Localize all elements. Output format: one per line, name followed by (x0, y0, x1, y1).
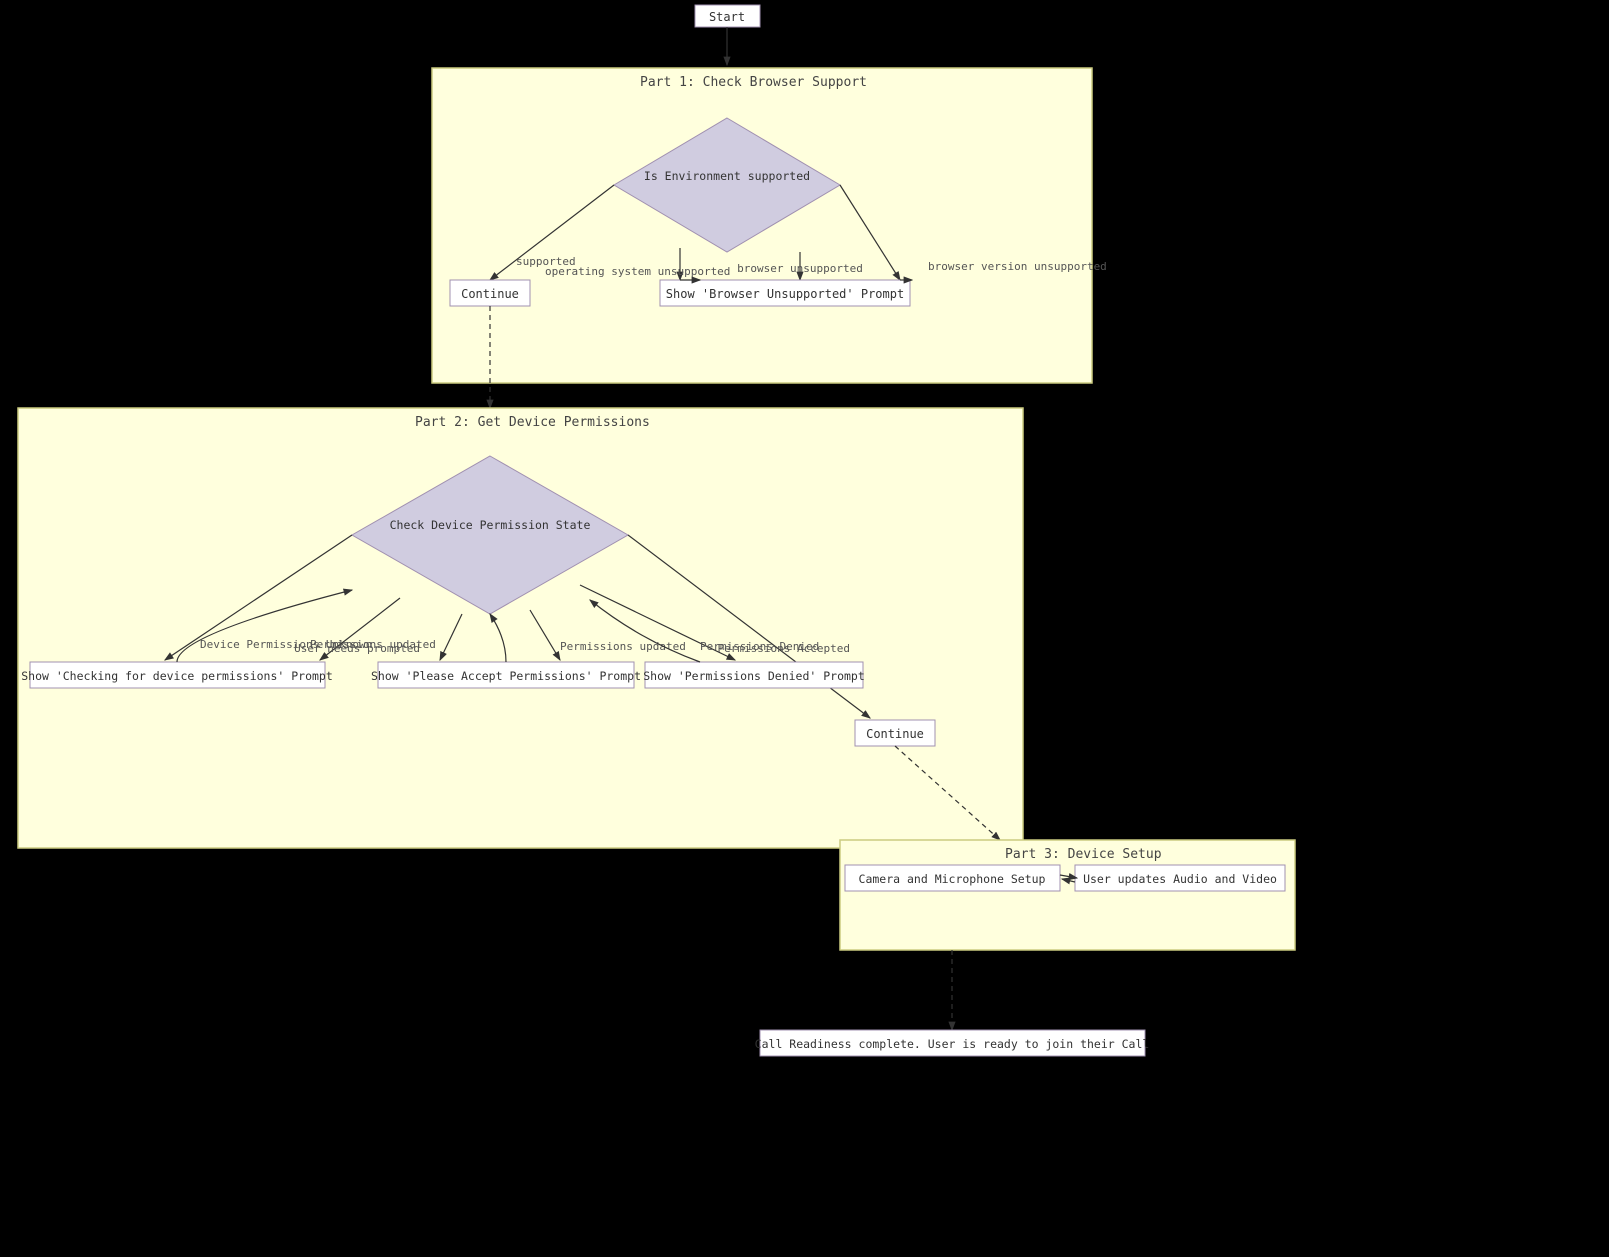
p1-unsup-text: Show 'Browser Unsupported' Prompt (666, 287, 904, 301)
lbl-os-unsup: operating system unsupported (545, 265, 730, 278)
lbl-perm-accepted: Permissions Accepted (718, 642, 850, 655)
lbl-perm-upd-r: Permissions updated (560, 640, 686, 653)
p2-denied-text: Show 'Permissions Denied' Prompt (643, 669, 865, 683)
main-svg: Start Part 1: Check Browser Support Is E… (0, 0, 1609, 1257)
lbl-brow-unsup: browser unsupported (737, 262, 863, 275)
p3-user-text: User updates Audio and Video (1083, 872, 1277, 886)
p2-accept-text: Show 'Please Accept Permissions' Prompt (371, 669, 641, 683)
p3-camera-text: Camera and Microphone Setup (859, 872, 1046, 886)
main-overlay: Start Part 1: Check Browser Support Is E… (0, 0, 1609, 1257)
lbl-user-prompt: User needs prompted (294, 642, 420, 655)
part3-title-text: Part 3: Device Setup (1005, 847, 1162, 862)
p2-continue-text: Continue (866, 727, 924, 741)
part2-title-text: Part 2: Get Device Permissions (415, 415, 650, 430)
part1-title-text: Part 1: Check Browser Support (640, 75, 867, 90)
p1-continue-text: Continue (461, 287, 519, 301)
final-text: Call Readiness complete. User is ready t… (755, 1037, 1150, 1051)
p2-diamond-t1: Check Device Permission State (390, 518, 591, 532)
start-text: Start (709, 10, 745, 24)
p2-checking-text: Show 'Checking for device permissions' P… (21, 669, 333, 683)
p1-diamond-t1: Is Environment supported (644, 169, 810, 183)
lbl-ver-unsup: browser version unsupported (928, 260, 1107, 273)
